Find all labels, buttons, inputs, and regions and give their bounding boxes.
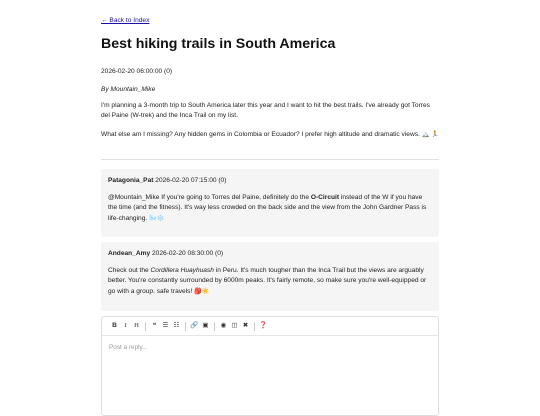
editor-toolbar: B I H ❝ ☰ ☷ 🔗 ▣ ◉ ◫ ✖ ❓ [102, 317, 438, 336]
back-to-index-link[interactable]: ← Back to Index [101, 16, 149, 26]
reply-card: Patagonia_Pat 2026-02-20 07:15:00 (0) @M… [101, 169, 439, 237]
reply-author: Andean_Amy [108, 250, 151, 257]
reply-header: Patagonia_Pat 2026-02-20 07:15:00 (0) [108, 176, 433, 186]
unordered-list-icon[interactable]: ☰ [160, 321, 171, 332]
heading-button[interactable]: H [131, 321, 142, 332]
reply-author: Patagonia_Pat [108, 177, 154, 184]
page-title: Best hiking trails in South America [101, 36, 336, 52]
divider [101, 159, 439, 160]
reply-editor: B I H ❝ ☰ ☷ 🔗 ▣ ◉ ◫ ✖ ❓ Post a reply... [101, 316, 439, 416]
toolbar-separator [254, 321, 255, 331]
ordered-list-icon[interactable]: ☷ [171, 321, 182, 332]
reply-meta: 2026-02-20 08:30:00 (0) [151, 250, 224, 257]
post-paragraph-2: What else am I missing? Any hidden gems … [101, 130, 439, 140]
mountain-runner-emoji: 🏔️ 🏃 [419, 131, 439, 138]
italic-button[interactable]: I [120, 321, 131, 332]
reply-body: Check out the Cordillera Huayhuash in Pe… [108, 266, 433, 297]
wind-snow-emoji: 🌬️❄️ [147, 214, 165, 222]
toolbar-separator [214, 321, 215, 331]
reply-body-italic: Cordillera Huayhuash [150, 267, 214, 275]
reply-body-bold: O-Circuit [310, 194, 340, 202]
toolbar-separator [185, 321, 186, 331]
reply-card: Andean_Amy 2026-02-20 08:30:00 (0) Check… [101, 242, 439, 311]
reply-meta: 2026-02-20 07:15:00 (0) [155, 177, 227, 184]
backpack-sun-emoji: 🎒☀️ [192, 287, 210, 295]
reply-body-text: Check out the [108, 267, 151, 275]
reply-body-text: @Mountain_Mike If you're going to Torres… [108, 194, 311, 202]
post-byline: By Mountain_Mike [101, 86, 156, 93]
fullscreen-icon[interactable]: ✖ [240, 321, 251, 332]
link-icon[interactable]: 🔗 [189, 321, 200, 332]
toolbar-separator [145, 321, 146, 331]
reply-header: Andean_Amy 2026-02-20 08:30:00 (0) [108, 249, 433, 259]
reply-textarea[interactable]: Post a reply... [102, 336, 438, 360]
post-meta: 2026-02-20 06:00:00 (0) [101, 68, 173, 75]
quote-icon[interactable]: ❝ [149, 321, 160, 332]
image-icon[interactable]: ▣ [200, 321, 211, 332]
side-by-side-icon[interactable]: ◫ [229, 321, 240, 332]
preview-eye-icon[interactable]: ◉ [218, 321, 229, 332]
post-paragraph-2-text: What else am I missing? Any hidden gems … [101, 131, 420, 138]
guide-help-icon[interactable]: ❓ [258, 321, 269, 332]
bold-button[interactable]: B [109, 321, 120, 332]
reply-body: @Mountain_Mike If you're going to Torres… [108, 193, 433, 224]
post-paragraph-1: I'm planning a 3-month trip to South Ame… [101, 102, 430, 120]
